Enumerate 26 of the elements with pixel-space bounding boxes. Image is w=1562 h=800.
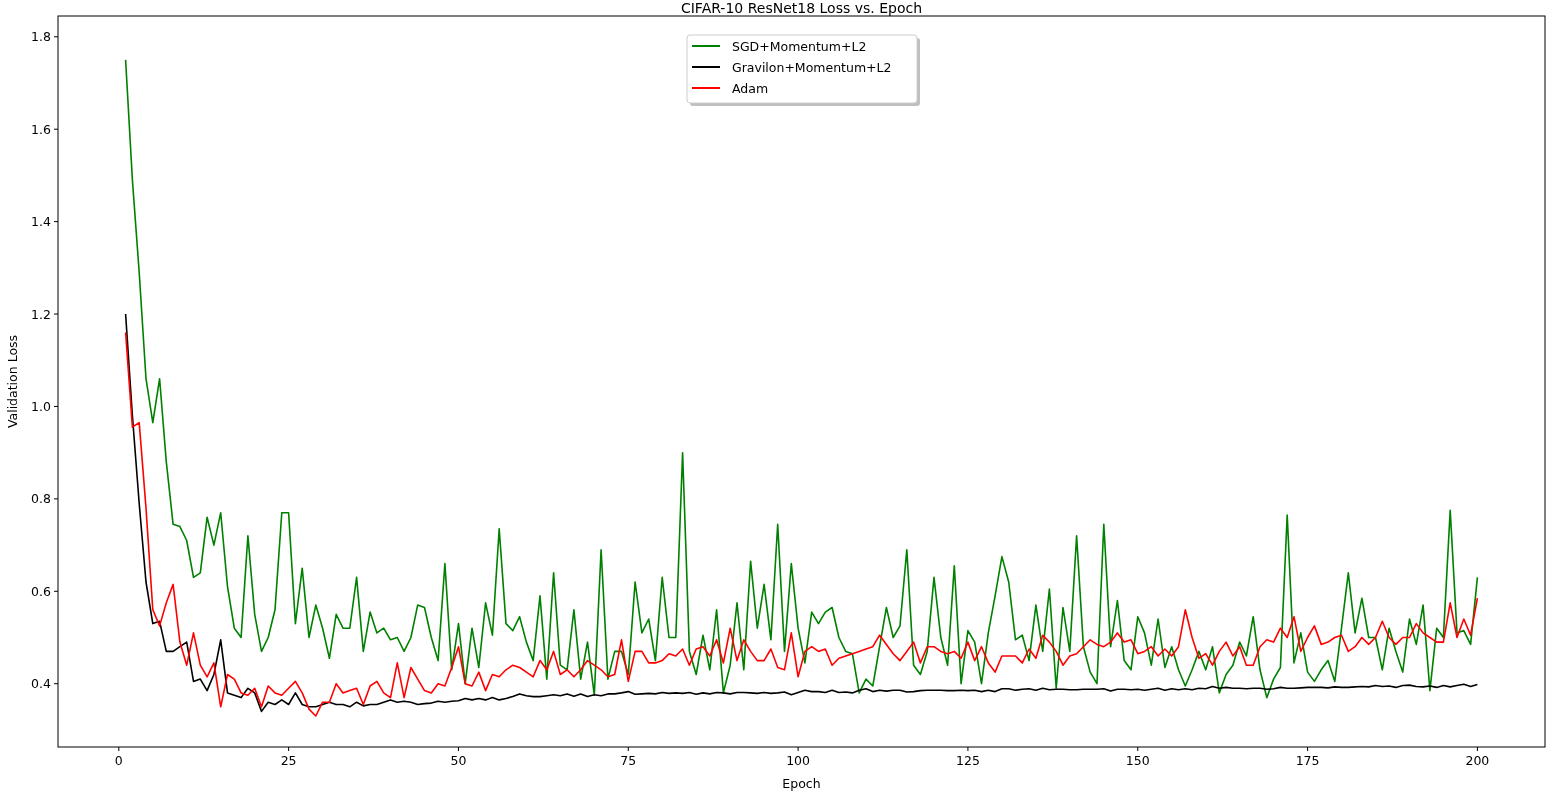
y-tick-label: 0.8 xyxy=(31,491,51,507)
x-tick-label: 25 xyxy=(280,753,297,768)
legend-label: Gravilon+Momentum+L2 xyxy=(732,59,892,75)
y-axis-label: Validation Loss xyxy=(5,334,20,429)
x-tick-label: 0 xyxy=(114,753,123,768)
legend-label: SGD+Momentum+L2 xyxy=(732,38,867,54)
x-tick-label: 200 xyxy=(1465,753,1490,768)
y-tick-label: 1.0 xyxy=(31,398,51,414)
x-tick-label: 100 xyxy=(786,753,811,768)
y-tick-label: 1.2 xyxy=(31,306,51,322)
chart-title: CIFAR-10 ResNet18 Loss vs. Epoch xyxy=(680,0,923,16)
x-tick-label: 150 xyxy=(1125,753,1150,768)
y-tick-label: 1.8 xyxy=(31,29,51,45)
legend-line xyxy=(691,87,721,89)
legend-line xyxy=(691,66,721,68)
y-tick-label: 1.6 xyxy=(31,121,51,137)
y-tick-label: 0.4 xyxy=(31,676,51,692)
x-axis-label: Epoch xyxy=(782,776,821,791)
y-tick-label: 0.6 xyxy=(31,583,51,599)
legend-label: Adam xyxy=(732,80,769,96)
legend-line xyxy=(691,45,721,47)
y-tick-label: 1.4 xyxy=(31,214,51,230)
x-tick-label: 125 xyxy=(956,753,980,768)
x-tick-label: 75 xyxy=(620,753,637,768)
x-tick-label: 50 xyxy=(450,753,467,768)
x-tick-label: 175 xyxy=(1295,753,1320,768)
